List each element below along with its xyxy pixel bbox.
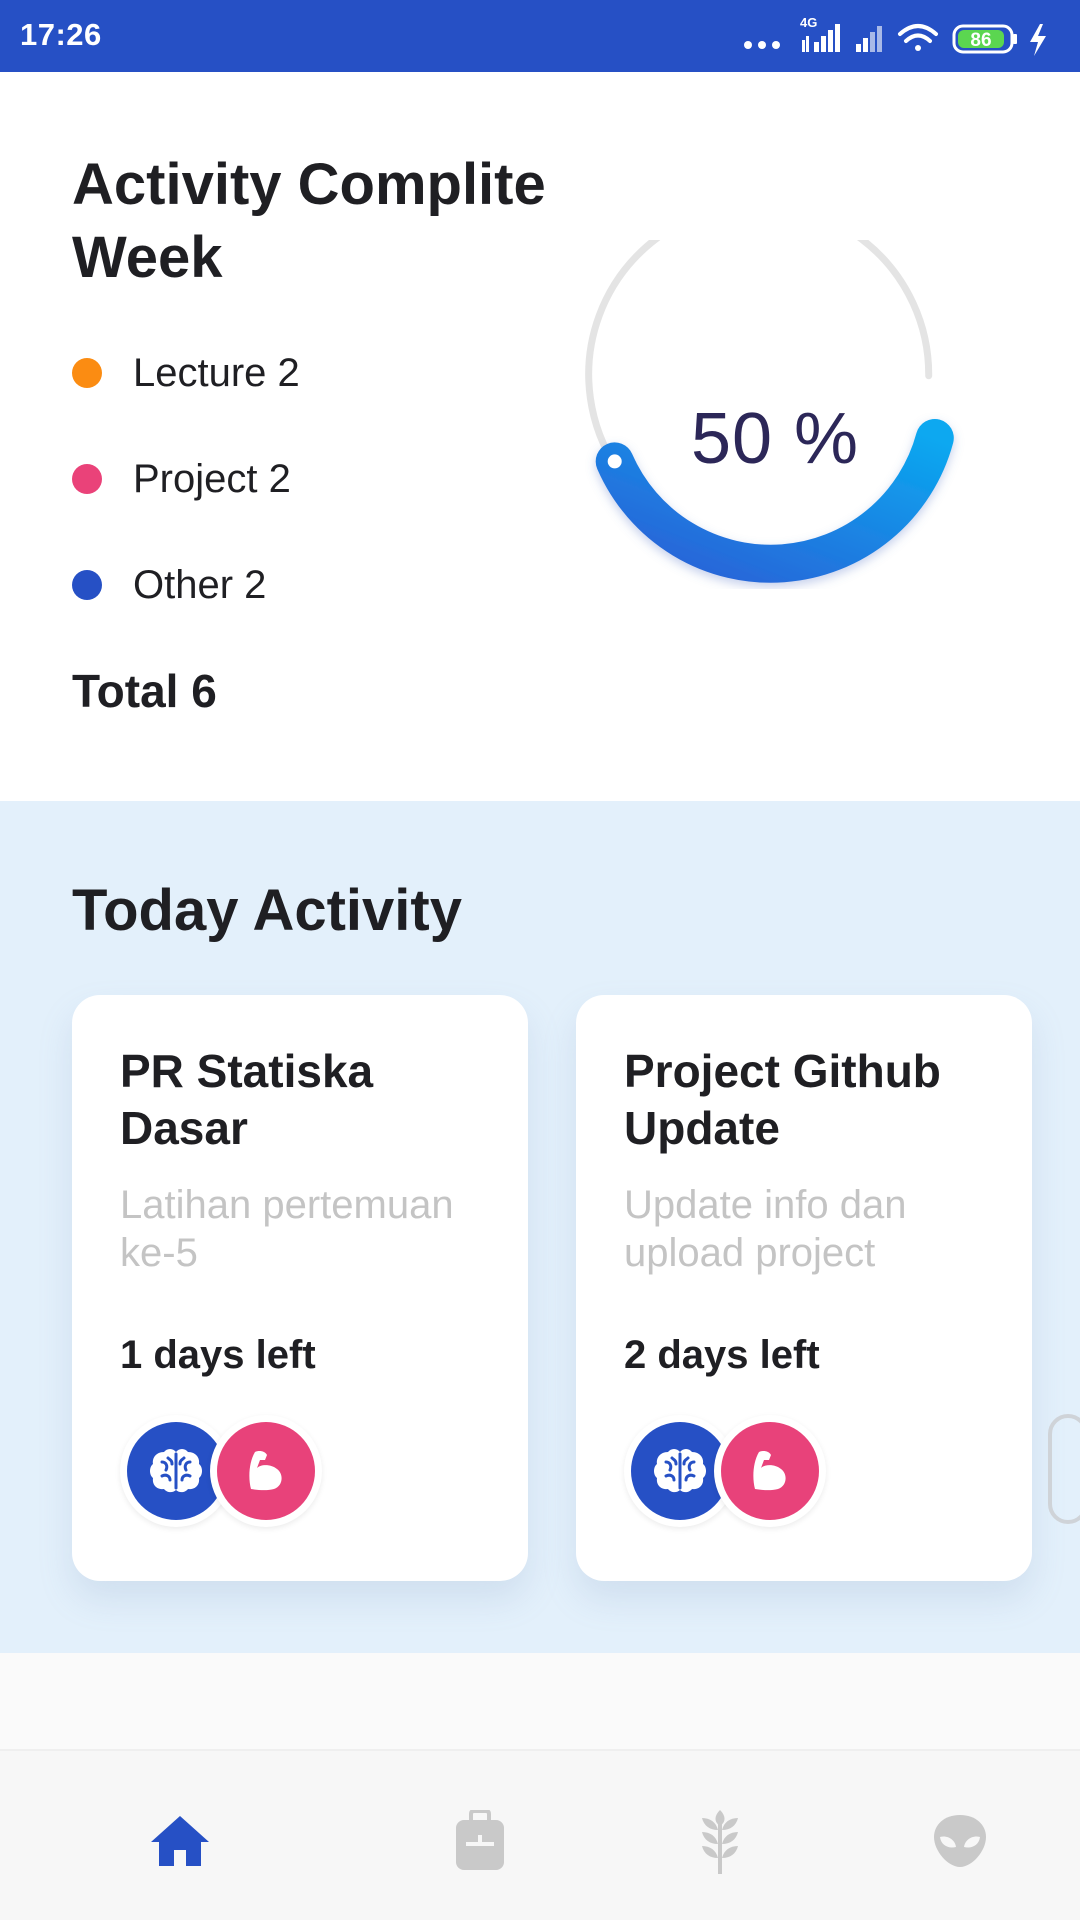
legend-item-lecture: Lecture 2 xyxy=(72,348,300,398)
muscle-badge xyxy=(714,1415,826,1527)
legend-dot-pink xyxy=(72,464,102,494)
briefcase-icon xyxy=(456,1810,504,1870)
spacer-band xyxy=(0,1653,1080,1749)
legend-label: Project 2 xyxy=(133,456,291,501)
legend-dot-orange xyxy=(72,358,102,388)
card-days-left: 2 days left xyxy=(624,1333,820,1377)
wheat-icon xyxy=(702,1810,738,1874)
signal-icon xyxy=(856,26,882,52)
horizontal-scroll-handle[interactable] xyxy=(1048,1414,1080,1524)
page-title: Activity Complite Week xyxy=(72,152,546,290)
battery-level: 86 xyxy=(970,30,991,51)
muscle-icon xyxy=(249,1451,282,1491)
nav-home[interactable] xyxy=(145,1806,215,1876)
legend-label: Lecture 2 xyxy=(133,350,300,395)
legend-label: Other 2 xyxy=(133,562,267,607)
home-icon xyxy=(151,1816,209,1866)
card-description: Update info dan upload project xyxy=(624,1183,907,1275)
section-title: Today Activity xyxy=(72,878,462,943)
card-description: Latihan pertemuan ke-5 xyxy=(120,1183,454,1275)
brain-icon xyxy=(150,1449,202,1493)
muscle-badge xyxy=(210,1415,322,1527)
alien-icon xyxy=(934,1815,986,1867)
status-time: 17:26 xyxy=(20,17,102,52)
activity-card[interactable]: Project Github Update Update info dan up… xyxy=(576,995,1032,1581)
card-days-left: 1 days left xyxy=(120,1333,316,1377)
legend-item-project: Project 2 xyxy=(72,454,291,504)
battery-icon: 86 xyxy=(952,24,1017,54)
legend-dot-blue xyxy=(72,570,102,600)
charging-icon xyxy=(1030,24,1046,56)
card-title: PR Statiska Dasar xyxy=(120,1045,374,1154)
muscle-icon xyxy=(753,1451,786,1491)
activity-card[interactable]: PR Statiska Dasar Latihan pertemuan ke-5… xyxy=(72,995,528,1581)
nav-wheat[interactable] xyxy=(685,1806,755,1876)
brain-icon xyxy=(654,1449,706,1493)
more-dots-icon xyxy=(744,41,780,49)
progress-percent: 50 % xyxy=(690,399,860,479)
nav-alien[interactable] xyxy=(925,1806,995,1876)
progress-gauge: 50 % xyxy=(560,200,990,670)
legend-item-other: Other 2 xyxy=(72,560,266,610)
status-icons: 4G 86 xyxy=(740,14,1070,58)
network-label: 4G xyxy=(800,15,817,30)
card-title: Project Github Update xyxy=(624,1045,941,1154)
total-count: Total 6 xyxy=(72,665,217,717)
nav-briefcase[interactable] xyxy=(445,1806,515,1876)
signal-4g-icon: 4G xyxy=(800,15,840,52)
wifi-icon xyxy=(898,24,938,51)
today-activity-section: Today Activity PR Statiska Dasar Latihan… xyxy=(0,801,1080,1653)
bottom-navigation xyxy=(0,1749,1080,1920)
status-bar: 17:26 4G 86 xyxy=(0,0,1080,72)
